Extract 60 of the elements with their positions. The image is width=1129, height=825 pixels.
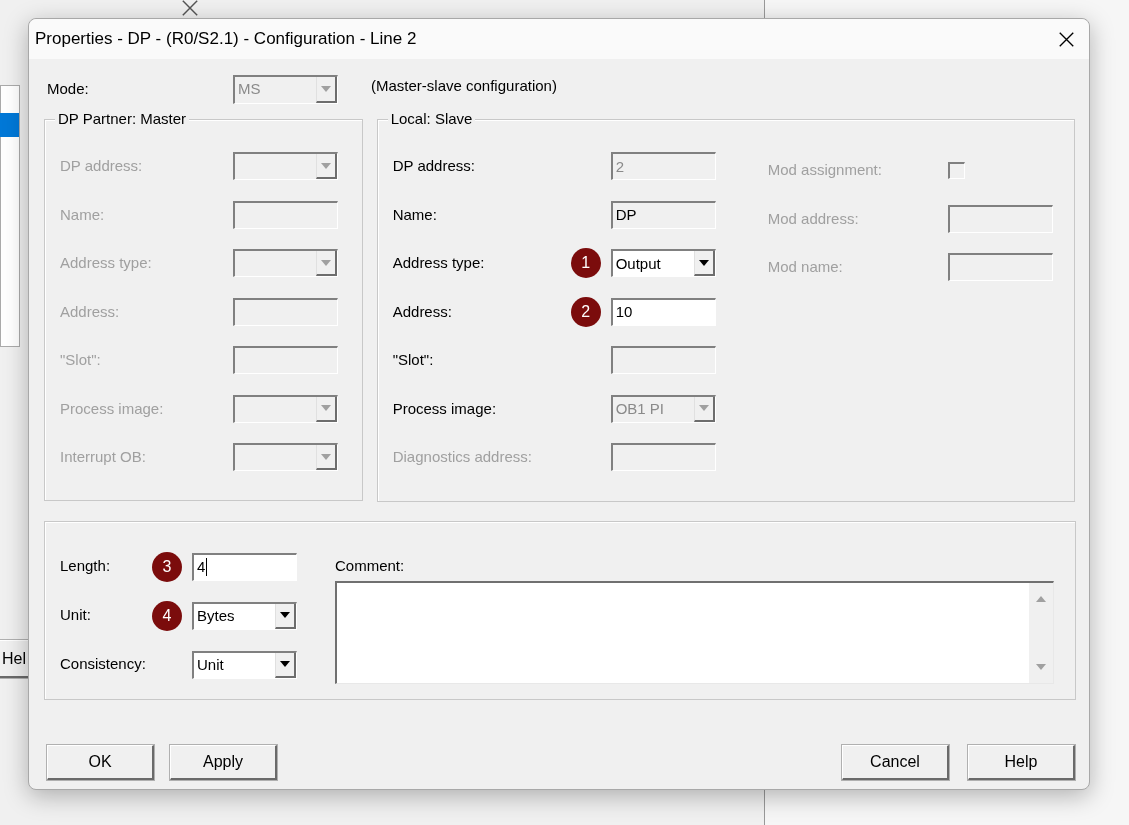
caret-icon xyxy=(280,661,290,667)
field-label: "Slot": xyxy=(392,350,434,370)
number-marker: 1 xyxy=(570,248,601,279)
input-field[interactable]: 4 xyxy=(192,552,297,581)
caret-icon xyxy=(321,453,331,460)
dropdown-field[interactable]: Bytes xyxy=(192,601,297,630)
input-field[interactable]: DP xyxy=(610,200,716,229)
field-label: Consistency: xyxy=(60,654,146,675)
field-label: Address type: xyxy=(392,253,485,273)
dialog-button[interactable]: OK xyxy=(47,745,154,780)
field-label: DP address: xyxy=(60,156,143,176)
text-cursor xyxy=(206,558,208,576)
input-field[interactable]: 10 xyxy=(610,297,716,326)
partial-button[interactable]: Hel xyxy=(0,640,30,678)
caret-icon xyxy=(321,85,331,92)
caret-icon xyxy=(280,612,290,618)
dropdown-value: Output xyxy=(615,253,661,274)
caret-icon xyxy=(698,405,709,412)
field-label: Comment: xyxy=(335,556,406,576)
mode-description: (Master-slave configuration) xyxy=(371,75,557,96)
dropdown-value: MS xyxy=(238,79,261,100)
field-label: Unit: xyxy=(60,605,91,626)
caret-icon xyxy=(321,162,331,169)
field-label: Process image: xyxy=(392,398,497,419)
dropdown-value: OB1 PI xyxy=(615,399,665,419)
field-label: Address type: xyxy=(60,253,152,273)
field-label: Address: xyxy=(392,301,452,322)
dropdown-field[interactable]: Unit xyxy=(192,650,297,679)
field-label: Diagnostics address: xyxy=(392,447,532,467)
field-label: Length: xyxy=(60,556,111,577)
field-label: DP address: xyxy=(392,156,475,176)
dialog-button[interactable]: Help xyxy=(968,745,1075,780)
dropdown-button[interactable] xyxy=(275,652,296,678)
comment-field[interactable] xyxy=(335,581,1054,685)
field-label: "Slot": xyxy=(60,350,101,370)
number-marker: 2 xyxy=(570,296,601,327)
field-label: Interrupt OB: xyxy=(60,447,146,467)
field-label: Mode: xyxy=(46,78,90,99)
dropdown-value: Bytes xyxy=(197,605,235,626)
field-label: Process image: xyxy=(60,398,164,419)
dropdown-button[interactable] xyxy=(275,603,296,629)
field-label: Mod assignment: xyxy=(767,160,882,180)
field-label: Mod name: xyxy=(767,257,843,277)
field-label: Mod address: xyxy=(767,208,859,229)
window-title: Properties - DP - (R0/S2.1) - Configuration - Line 2 xyxy=(35,28,417,51)
caret-icon xyxy=(321,259,331,266)
number-marker: 3 xyxy=(152,551,182,582)
close-icon xyxy=(1058,31,1074,47)
dialog-button[interactable]: Cancel xyxy=(842,745,949,780)
field-label: Name: xyxy=(60,204,105,225)
caret-icon xyxy=(698,259,709,266)
dialog-button[interactable]: Apply xyxy=(170,745,277,780)
field-label: Address: xyxy=(60,301,120,322)
caret-icon xyxy=(321,405,331,412)
dropdown-value: Unit xyxy=(197,654,224,675)
field-label: Name: xyxy=(392,204,437,225)
close-icon xyxy=(182,0,198,17)
dropdown-button[interactable] xyxy=(693,251,715,277)
dropdown-field[interactable]: Output xyxy=(610,249,716,278)
number-marker: 4 xyxy=(152,600,182,631)
